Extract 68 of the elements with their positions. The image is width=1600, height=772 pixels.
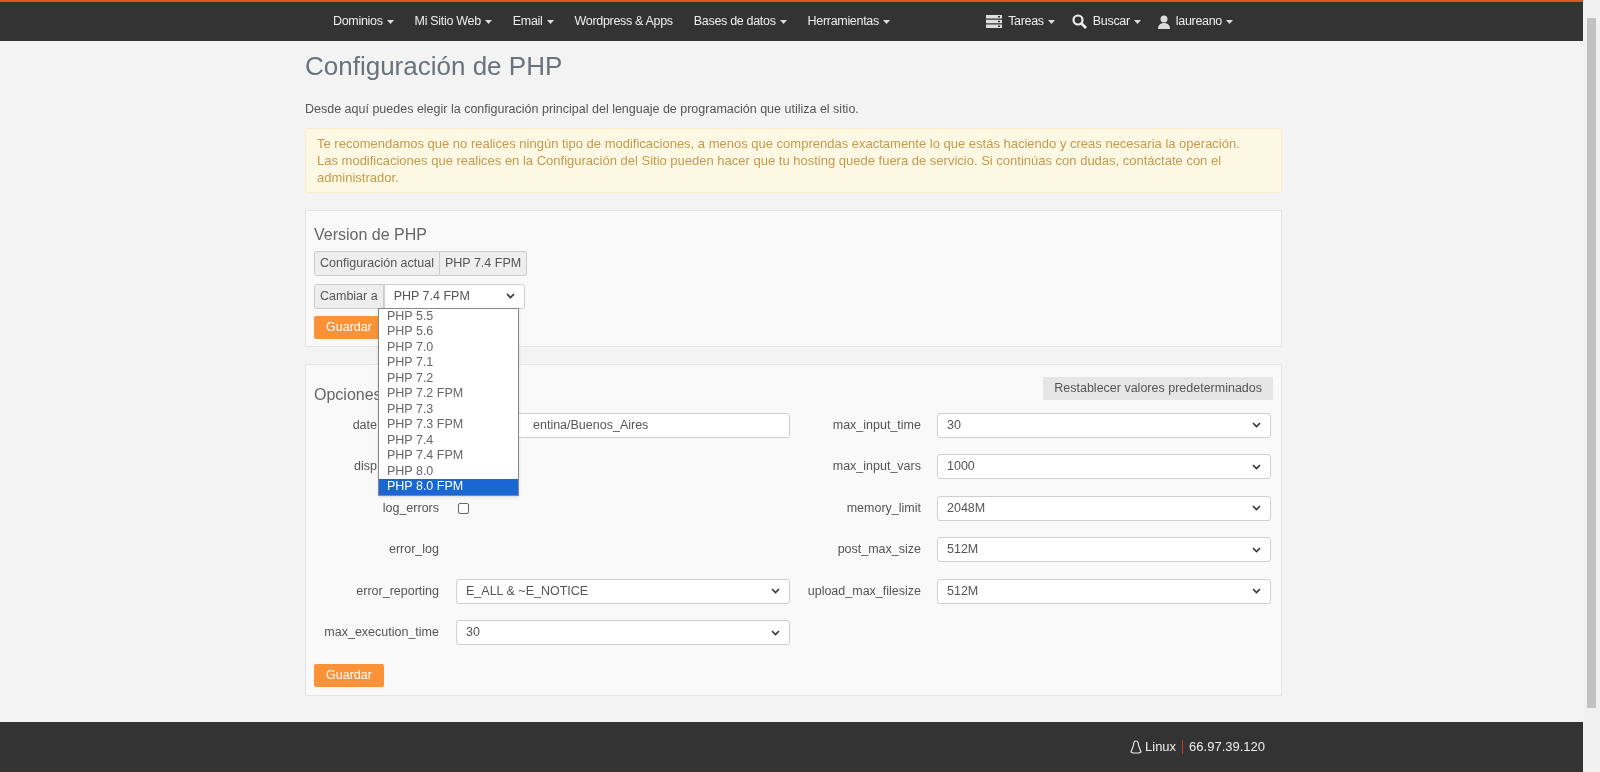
select-field[interactable]: E_ALL & ~E_NOTICE [456,578,790,604]
dropdown-option[interactable]: PHP 7.2 [379,370,518,387]
ip-address: 66.97.39.120 [1189,738,1265,757]
page-description: Desde aquí puedes elegir la configuración principal del lenguaje de programación que utiliza el sitio. [305,101,860,118]
nav-menu-item[interactable]: Buscar [1071,12,1141,31]
dropdown-option[interactable]: PHP 7.1 [379,355,518,371]
nav-menu-item[interactable]: Dominios [333,12,394,31]
os-label: Linux [1145,738,1177,757]
caret-icon [386,19,394,24]
chevron-icon [1252,546,1261,553]
option-label: log_errors [382,499,439,517]
checkbox[interactable] [458,502,469,514]
select-field[interactable]: 2048M [937,495,1271,521]
select-field[interactable]: 1000 [937,454,1271,480]
select-field[interactable]: 30 [456,620,790,646]
select-field[interactable]: 30 [937,412,1271,438]
nav-menu-item[interactable]: Email [512,12,554,31]
user-icon [1157,14,1170,29]
caret-icon [779,19,787,24]
option-label: max_input_vars [832,458,921,476]
nav-menu-item[interactable]: Bases de datos [693,12,787,31]
caret-icon [1226,19,1233,24]
penguin-icon [1130,740,1142,754]
option-label: error_log [388,541,439,559]
nav-menu-item[interactable]: laureano [1157,12,1233,31]
dropdown-option[interactable]: PHP 7.0 [379,339,518,356]
page-title: Configuración de PHP [305,50,564,82]
dropdown-option[interactable]: PHP 8.0 [379,463,518,480]
section-title: Version de PHP [314,224,428,245]
chevron-icon [1252,463,1261,470]
dropdown-option[interactable]: PHP 8.0 FPM [379,479,518,495]
nav-menu-item[interactable]: Wordpress & Apps [574,12,673,31]
option-label: max_execution_time [324,624,439,642]
select-field[interactable]: 512M [937,537,1271,563]
warning-text: Te recomendamos que no realices ningún tipo de modificaciones, a menos que comprendas exactamente lo que estás haciendo y creas necesaria la operación. [317,134,1241,152]
input-addon: Configuración actual [314,250,440,276]
input-addon: Cambiar a [314,283,384,309]
option-label: error_reporting [356,582,439,600]
caret-icon [484,19,492,24]
option-label: memory_limit [846,499,921,517]
server-icon [986,15,1003,28]
version-select[interactable]: PHP 7.4 FPM [383,283,525,309]
select-field[interactable]: 512M [937,578,1271,604]
chevron-icon [1252,422,1261,429]
caret-icon [1133,19,1141,24]
chevron-icon [505,293,515,300]
section-title: Opciones [314,384,382,405]
chevron-icon [1252,505,1261,512]
reset-defaults-button[interactable]: Restablecer valores predeterminados [1043,376,1273,400]
dropdown-option[interactable]: PHP 7.4 FPM [379,448,518,464]
option-label: upload_max_filesize [807,582,921,600]
option-label: post_max_size [837,541,921,559]
nav-menu-item[interactable]: Herramientas [807,12,890,31]
option-label: max_input_time [832,416,921,434]
caret-icon [1047,19,1055,24]
caret-icon [546,19,554,24]
current-version-value: PHP 7.4 FPM [439,250,528,276]
dropdown-option[interactable]: PHP 7.2 FPM [379,386,518,402]
chevron-icon [1252,588,1261,595]
nav-menu-item[interactable]: Tareas [986,12,1055,31]
warning-text: Las modificaciones que realices en la Configuración del Sitio pueden hacer que tu hosting quede fuera de servicio. Si continúas con dudas, contáctate con el administrador. [317,151,1223,186]
nav-menu-item[interactable]: Mi Sitio Web [414,12,492,31]
option-label: disp [354,458,377,476]
option-label: date [352,416,377,434]
chevron-icon [771,588,780,595]
search-icon [1071,14,1087,29]
caret-icon [882,19,890,24]
chevron-icon [771,629,780,636]
